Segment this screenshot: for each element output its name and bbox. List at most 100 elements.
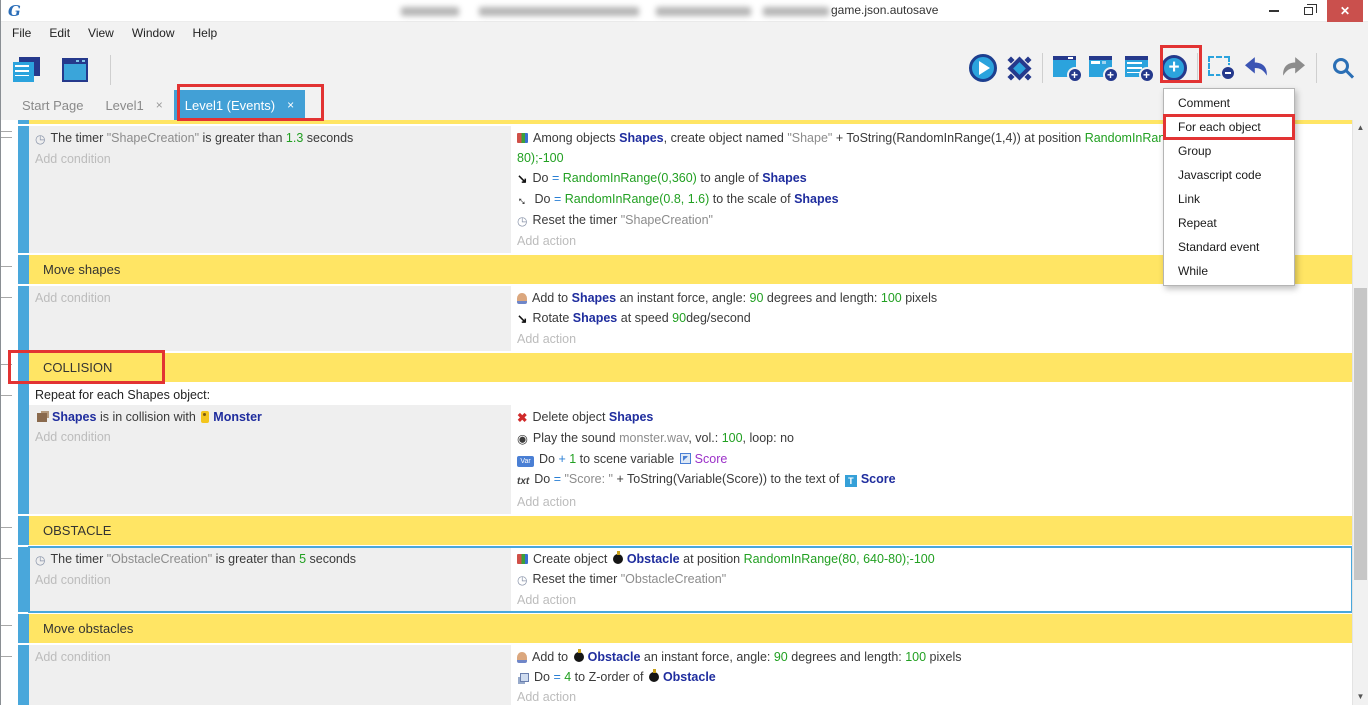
comment-event-clipped [1,120,1352,124]
text-segment: Reset the timer [532,572,620,586]
scrollbar-thumb[interactable] [1354,288,1367,580]
tab-level1-events[interactable]: Level1 (Events) × [174,90,305,120]
scroll-down-icon[interactable]: ▼ [1353,689,1368,704]
event-drag-strip[interactable] [18,614,29,643]
open-project-icon[interactable] [9,51,45,89]
menu-edit[interactable]: Edit [40,26,79,40]
event-line[interactable]: Shapes is in collision with Monster [29,407,511,427]
add-placeholder[interactable]: Add condition [29,570,511,590]
tab-level1[interactable]: Level1 × [94,90,173,120]
project-manager-icon[interactable] [57,51,93,89]
add-placeholder[interactable]: Add action [511,687,1352,705]
menu-window[interactable]: Window [123,26,184,40]
text-segment: is in collision with [96,410,199,424]
event-line[interactable]: The timer "ObstacleCreation" is greater … [29,549,511,570]
remove-event-icon[interactable] [1203,49,1239,87]
conditions-cell[interactable]: Add condition [29,286,511,351]
event-line[interactable]: Do = "Score: " + ToString(Variable(Score… [511,469,1352,492]
toolbar-separator [110,55,111,85]
menu-view[interactable]: View [79,26,123,40]
event-drag-strip[interactable] [18,384,29,514]
close-button[interactable]: ✕ [1327,0,1363,22]
event-body[interactable]: The timer "ShapeCreation" is greater tha… [29,126,1352,253]
actions-cell[interactable]: Add to Obstacle an instant force, angle:… [511,645,1352,705]
close-tab-icon[interactable]: × [156,98,163,112]
comment-bar[interactable]: OBSTACLE [29,516,1352,545]
conditions-cell[interactable]: Shapes is in collision with MonsterAdd c… [29,405,511,514]
tab-start-page[interactable]: Start Page [11,90,94,120]
text-segment: monster.wav [619,431,688,445]
event-drag-strip[interactable] [18,547,29,612]
event-drag-strip[interactable] [18,120,29,124]
event-drag-strip[interactable] [18,126,29,253]
event-drag-strip[interactable] [18,645,29,705]
event-line[interactable]: The timer "ShapeCreation" is greater tha… [29,128,511,149]
text-segment: Monster [213,410,262,424]
event-drag-strip[interactable] [18,516,29,545]
menu-item-repeat[interactable]: Repeat [1164,211,1294,235]
minimize-button[interactable] [1259,0,1289,22]
add-other-event-icon[interactable]: + [1156,49,1192,87]
text-segment: degrees and length: [788,650,905,664]
menu-item-link[interactable]: Link [1164,187,1294,211]
actions-cell[interactable]: Add to Shapes an instant force, angle: 9… [511,286,1352,351]
conditions-cell[interactable]: Add condition [29,645,511,705]
menu-help[interactable]: Help [184,26,227,40]
annotation-box-collision [8,350,165,384]
event-body[interactable]: The timer "ObstacleCreation" is greater … [29,547,1352,612]
add-placeholder[interactable]: Add condition [29,288,511,308]
add-placeholder[interactable]: Add condition [29,149,511,169]
event-body[interactable]: Add conditionAdd to Shapes an instant fo… [29,286,1352,351]
event-line[interactable]: Add to Obstacle an instant force, angle:… [511,647,1352,667]
event-line[interactable]: Add to Shapes an instant force, angle: 9… [511,288,1352,308]
add-placeholder[interactable]: Add condition [29,427,511,447]
event-line[interactable]: Do + 1 to scene variable Score [511,449,1352,469]
close-tab-icon[interactable]: × [287,98,294,112]
bomb-icon [613,554,623,564]
event-line[interactable]: Do = 4 to Z-order of Obstacle [511,667,1352,687]
toolbar-separator [1197,53,1198,83]
debug-icon[interactable] [1001,49,1037,87]
menu-item-while[interactable]: While [1164,259,1294,283]
vertical-scrollbar[interactable]: ▲ ▼ [1352,120,1368,705]
event-line[interactable]: Reset the timer "ObstacleCreation" [511,569,1352,590]
redo-icon[interactable] [1275,49,1311,87]
event-body[interactable]: Repeat for each Shapes object:Shapes is … [29,384,1352,514]
event-body[interactable]: Add conditionAdd to Obstacle an instant … [29,645,1352,705]
app-window: G game.json.autosave ✕ File Edit View Wi… [0,0,1368,705]
event-drag-strip[interactable] [18,286,29,351]
scroll-up-icon[interactable]: ▲ [1353,120,1368,135]
undo-icon[interactable] [1239,49,1275,87]
comment-bar[interactable]: Move shapes [29,255,1352,284]
add-subevent-icon[interactable]: + [1084,49,1120,87]
text-segment: "ObstacleCreation" [107,552,212,566]
menu-item-for-each-object[interactable]: For each object [1164,115,1294,139]
event-drag-strip[interactable] [18,353,29,382]
add-placeholder[interactable]: Add action [511,492,1352,512]
add-placeholder[interactable]: Add condition [29,647,511,667]
event-drag-strip[interactable] [18,255,29,284]
conditions-cell[interactable]: The timer "ShapeCreation" is greater tha… [29,126,511,253]
add-event-icon[interactable]: + [1048,49,1084,87]
play-icon[interactable] [965,49,1001,87]
event-line[interactable]: Create object Obstacle at position Rando… [511,549,1352,569]
menu-item-javascript-code[interactable]: Javascript code [1164,163,1294,187]
restore-button[interactable] [1293,0,1323,22]
menu-item-comment[interactable]: Comment [1164,91,1294,115]
menu-item-group[interactable]: Group [1164,139,1294,163]
actions-cell[interactable]: Delete object ShapesPlay the sound monst… [511,405,1352,514]
comment-bar[interactable]: Move obstacles [29,614,1352,643]
add-comment-event-icon[interactable]: + [1120,49,1156,87]
menu-item-standard-event[interactable]: Standard event [1164,235,1294,259]
add-placeholder[interactable]: Add action [511,590,1352,610]
comment-bar[interactable] [29,120,1352,124]
event-line[interactable]: Delete object Shapes [511,407,1352,428]
add-placeholder[interactable]: Add action [511,329,1352,349]
menu-file[interactable]: File [3,26,40,40]
event-line[interactable]: Play the sound monster.wav, vol.: 100, l… [511,428,1352,449]
actions-cell[interactable]: Create object Obstacle at position Rando… [511,547,1352,612]
event-line[interactable]: Rotate Shapes at speed 90deg/second [511,308,1352,329]
conditions-cell[interactable]: The timer "ObstacleCreation" is greater … [29,547,511,612]
comment-bar[interactable]: COLLISION [29,353,1352,382]
search-icon[interactable] [1322,49,1358,87]
